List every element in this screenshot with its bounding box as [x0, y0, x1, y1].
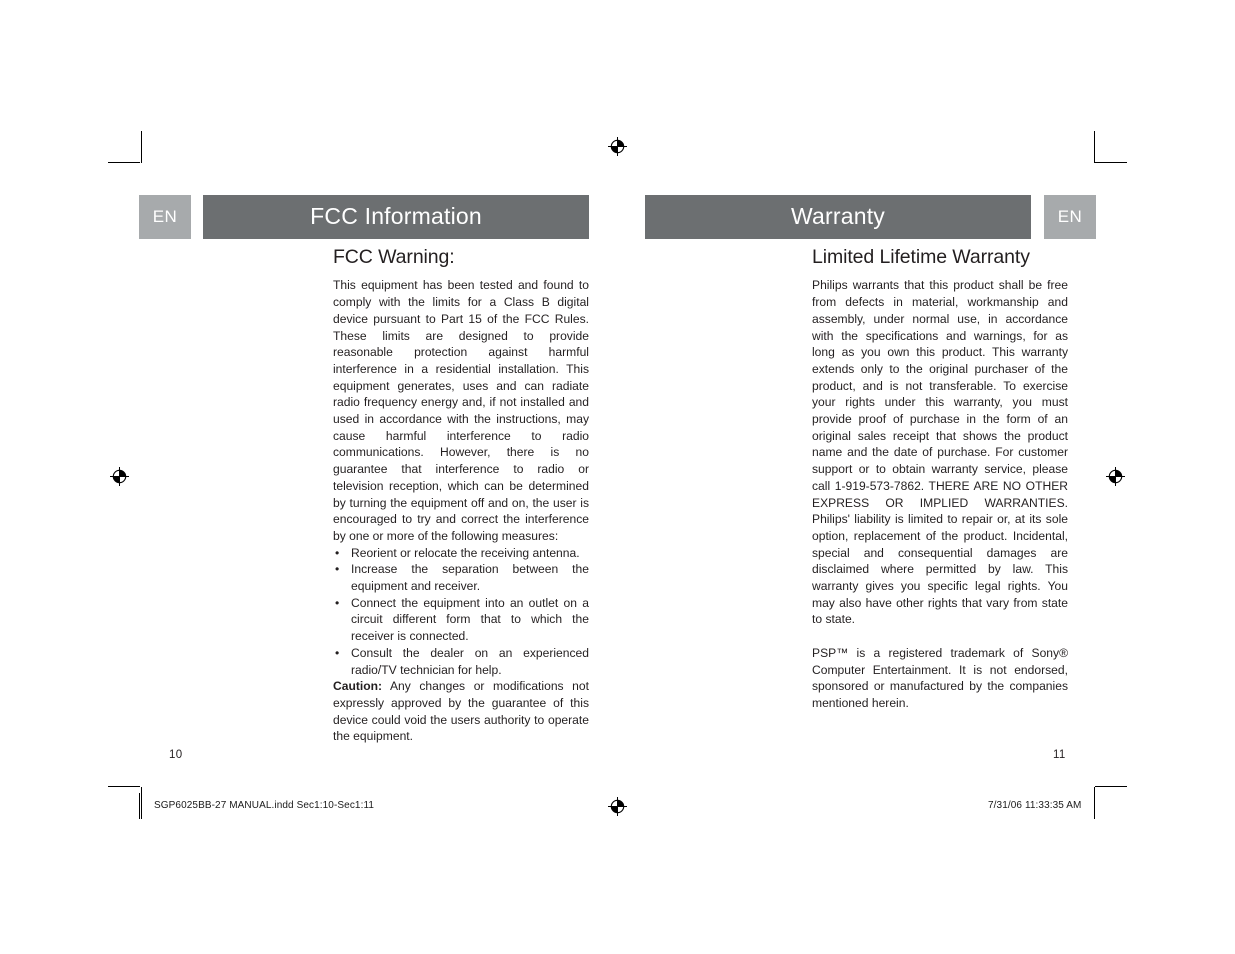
- registration-target-right-middle: [1106, 467, 1125, 486]
- language-badge-left-label: EN: [152, 207, 178, 226]
- slug-rule-right: [1094, 793, 1095, 819]
- language-badge-left: EN: [139, 195, 191, 239]
- paragraph-fcc-body: This equipment has been tested and found…: [333, 278, 589, 543]
- paragraph-caution: Caution: Any changes or modifications no…: [333, 678, 589, 745]
- crop-mark-bottom-left-vertical: [141, 787, 142, 819]
- registration-target-left-middle: [110, 467, 129, 486]
- list-item: Consult the dealer on an experienced rad…: [333, 645, 589, 678]
- registration-target-top-center: [608, 137, 627, 156]
- caution-label: Caution:: [333, 679, 383, 694]
- section-heading-fcc-warning: FCC Warning:: [333, 246, 455, 268]
- page-header-title-right: Warranty: [790, 202, 886, 229]
- crop-mark-top-right-horizontal: [1095, 162, 1127, 163]
- list-item-text: Consult the dealer on an experienced rad…: [351, 645, 589, 677]
- list-item: Reorient or relocate the receiving anten…: [333, 545, 589, 562]
- page-header-bar-left: FCC Information: [203, 195, 589, 239]
- paragraph-warranty-body: Philips warrants that this product shall…: [812, 278, 1068, 627]
- folio-right: 11: [1053, 749, 1066, 761]
- crop-mark-bottom-left-horizontal: [108, 786, 140, 787]
- fcc-measures-list: Reorient or relocate the receiving anten…: [333, 545, 589, 679]
- folio-left: 10: [169, 749, 183, 761]
- left-page-column: FCC Warning: This equipment has been tes…: [333, 246, 589, 745]
- list-item: Connect the equipment into an outlet on …: [333, 595, 589, 645]
- crop-mark-top-right-vertical: [1094, 131, 1095, 163]
- list-item: Increase the separation between the equi…: [333, 561, 589, 594]
- list-item-text: Connect the equipment into an outlet on …: [351, 595, 589, 644]
- crop-mark-bottom-right-horizontal: [1095, 786, 1127, 787]
- list-item-text: Reorient or relocate the receiving anten…: [351, 545, 580, 560]
- slug-timestamp: 7/31/06 11:33:35 AM: [988, 800, 1082, 811]
- print-proof-spread: EN FCC Information FCC Warning: This equ…: [0, 0, 1235, 954]
- crop-mark-top-left-vertical: [141, 131, 142, 163]
- slug-filename: SGP6025BB-27 MANUAL.indd Sec1:10-Sec1:11: [154, 800, 375, 811]
- page-header-title-left: FCC Information: [310, 202, 482, 229]
- slug-rule-left: [139, 793, 140, 819]
- right-page-column: Limited Lifetime Warranty Philips warran…: [812, 246, 1068, 712]
- language-badge-right-label: EN: [1057, 207, 1083, 226]
- crop-mark-top-left-horizontal: [108, 162, 140, 163]
- list-item-text: Increase the separation between the equi…: [351, 562, 589, 594]
- page-header-bar-right: Warranty: [645, 195, 1031, 239]
- registration-target-bottom-center: [608, 797, 627, 816]
- paragraph-trademark-notice: PSP™ is a registered trademark of Sony® …: [812, 645, 1068, 710]
- section-heading-limited-lifetime-warranty: Limited Lifetime Warranty: [812, 246, 1030, 268]
- language-badge-right: EN: [1044, 195, 1096, 239]
